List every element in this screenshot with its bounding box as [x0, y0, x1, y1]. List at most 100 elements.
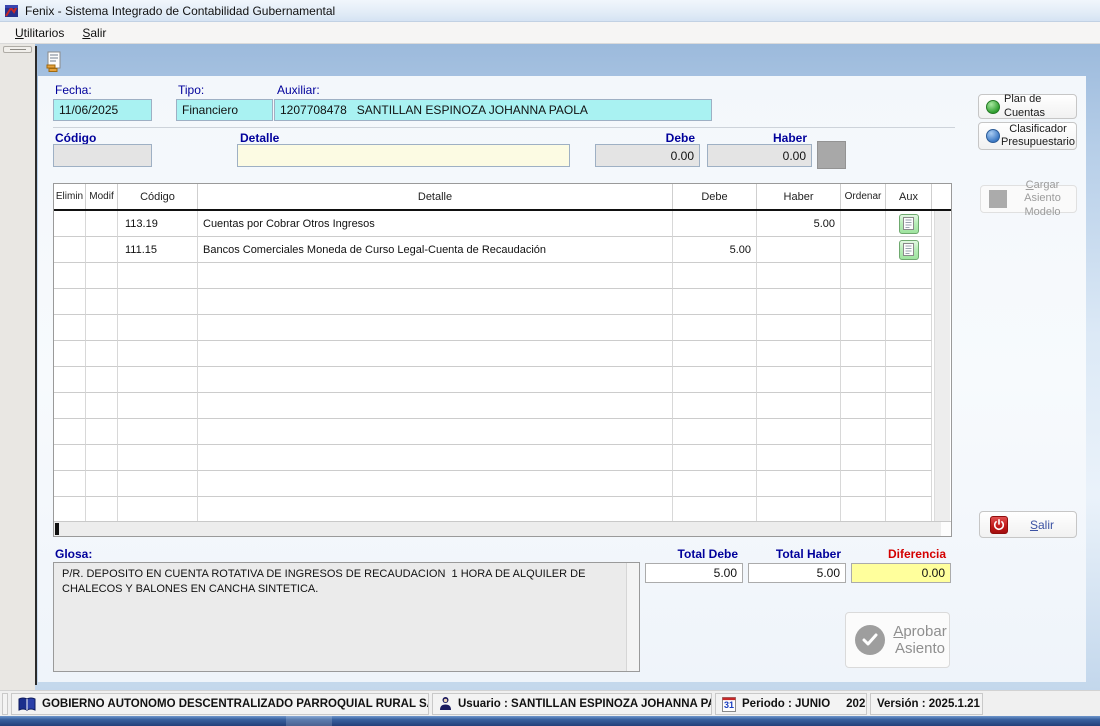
table-row[interactable]	[54, 263, 951, 289]
fecha-input[interactable]: 11/06/2025	[53, 99, 152, 121]
grid-horizontal-scrollbar[interactable]	[54, 521, 951, 536]
add-entry-button[interactable]	[817, 141, 846, 169]
table-cell	[886, 263, 932, 289]
aux-button[interactable]	[899, 214, 919, 234]
clasificador-line2: Presupuestario	[1001, 136, 1075, 148]
table-row[interactable]	[54, 289, 951, 315]
scrollbar-thumb[interactable]	[55, 523, 59, 535]
table-cell	[86, 263, 118, 289]
salir-label: Salir	[1008, 518, 1076, 532]
diferencia-value: 0.00	[851, 563, 951, 583]
col-haber[interactable]: Haber	[757, 184, 841, 209]
table-cell	[757, 393, 841, 419]
table-cell	[54, 419, 86, 445]
calendar-icon: 31	[722, 696, 736, 712]
grid-vertical-scrollbar[interactable]	[934, 211, 950, 521]
haber-entry-label: Haber	[707, 131, 807, 145]
plan-de-cuentas-label: Plan de Cuentas	[1004, 93, 1076, 119]
table-cell	[757, 237, 841, 263]
salir-button[interactable]: Salir	[979, 511, 1077, 538]
table-row[interactable]	[54, 393, 951, 419]
haber-input[interactable]: 0.00	[707, 144, 812, 167]
table-cell	[86, 237, 118, 263]
table-row[interactable]	[54, 341, 951, 367]
menu-salir[interactable]: Salir	[73, 24, 115, 42]
menu-utilitarios[interactable]: Utilitarios	[6, 24, 73, 42]
table-row[interactable]	[54, 445, 951, 471]
detalle-label: Detalle	[240, 131, 279, 145]
window-title: Fenix - Sistema Integrado de Contabilida…	[25, 4, 335, 18]
salir-rest: alir	[1038, 518, 1054, 532]
table-cell: 111.15	[118, 237, 198, 263]
table-row[interactable]: 113.19Cuentas por Cobrar Otros Ingresos5…	[54, 211, 951, 237]
table-cell	[86, 393, 118, 419]
cargar-accel: C	[1026, 179, 1034, 191]
col-codigo[interactable]: Código	[118, 184, 198, 209]
entries-grid: Elimin Modif Código Detalle Debe Haber O…	[53, 183, 952, 537]
table-cell	[54, 471, 86, 497]
table-cell	[54, 263, 86, 289]
table-cell: 113.19	[118, 211, 198, 237]
table-cell	[841, 471, 886, 497]
table-cell	[757, 419, 841, 445]
table-cell	[118, 263, 198, 289]
cargar-line2: Modelo	[1024, 206, 1060, 218]
col-aux[interactable]: Aux	[886, 184, 932, 209]
table-cell	[118, 393, 198, 419]
table-cell	[86, 367, 118, 393]
table-cell	[757, 263, 841, 289]
table-cell	[118, 497, 198, 523]
power-icon	[990, 516, 1008, 534]
menu-utilitarios-label: tilitarios	[24, 26, 65, 40]
glosa-label: Glosa:	[55, 547, 92, 561]
table-row[interactable]: 111.15Bancos Comerciales Moneda de Curso…	[54, 237, 951, 263]
table-cell: Cuentas por Cobrar Otros Ingresos	[198, 211, 673, 237]
glosa-scrollbar[interactable]	[626, 563, 639, 671]
codigo-input[interactable]	[53, 144, 152, 167]
table-cell	[886, 211, 932, 237]
detalle-input[interactable]	[237, 144, 570, 167]
cargar-asiento-modelo-button[interactable]: Cargar AsientoModelo	[980, 185, 1077, 213]
rail-collapse-handle[interactable]	[3, 46, 32, 53]
table-cell	[886, 289, 932, 315]
table-cell	[86, 497, 118, 523]
table-row[interactable]	[54, 419, 951, 445]
col-modif[interactable]: Modif	[86, 184, 118, 209]
table-cell	[198, 315, 673, 341]
table-cell	[198, 419, 673, 445]
book-icon	[18, 697, 36, 711]
table-cell	[757, 445, 841, 471]
calendar-day: 31	[724, 700, 734, 710]
table-row[interactable]	[54, 367, 951, 393]
taskbar-edge	[0, 716, 1100, 726]
table-cell	[54, 393, 86, 419]
table-cell	[841, 263, 886, 289]
table-cell	[673, 471, 757, 497]
clasificador-presupuestario-button[interactable]: ClasificadorPresupuestario	[978, 122, 1077, 150]
menu-utilitarios-accel: U	[15, 26, 24, 40]
aux-button[interactable]	[899, 240, 919, 260]
table-cell	[673, 419, 757, 445]
table-cell	[54, 289, 86, 315]
table-cell	[86, 315, 118, 341]
table-cell	[841, 237, 886, 263]
table-cell	[198, 393, 673, 419]
plan-de-cuentas-button[interactable]: Plan de Cuentas	[978, 94, 1077, 119]
table-row[interactable]	[54, 471, 951, 497]
table-cell	[841, 211, 886, 237]
col-debe[interactable]: Debe	[673, 184, 757, 209]
tipo-input[interactable]: Financiero	[176, 99, 273, 121]
debe-input[interactable]: 0.00	[595, 144, 700, 167]
col-detalle[interactable]: Detalle	[198, 184, 673, 209]
usuario-text: Usuario : SANTILLAN ESPINOZA JOHANNA PAO…	[458, 698, 712, 710]
aprobar-asiento-button[interactable]: AprobarAsiento	[845, 612, 950, 668]
col-ordenar[interactable]: Ordenar	[841, 184, 886, 209]
glosa-textarea[interactable]: P/R. DEPOSITO EN CUENTA ROTATIVA DE INGR…	[53, 562, 640, 672]
table-row[interactable]	[54, 497, 951, 523]
table-row[interactable]	[54, 315, 951, 341]
table-cell	[673, 393, 757, 419]
auxiliar-input[interactable]: 1207708478 SANTILLAN ESPINOZA JOHANNA PA…	[274, 99, 712, 121]
table-cell: Bancos Comerciales Moneda de Curso Legal…	[198, 237, 673, 263]
table-cell	[886, 237, 932, 263]
col-elimin[interactable]: Elimin	[54, 184, 86, 209]
